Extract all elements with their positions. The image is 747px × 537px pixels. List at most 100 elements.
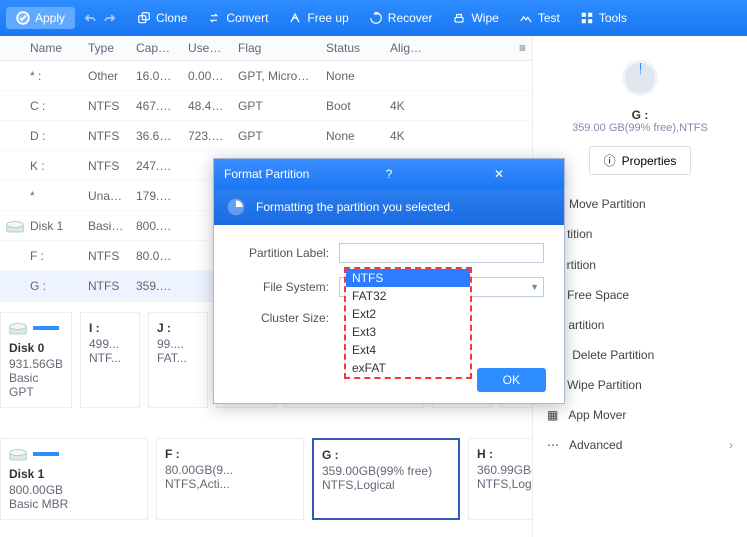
disk-icon (9, 447, 27, 461)
disk-size: 800.00GB (9, 483, 139, 497)
cell-type: NTFS (82, 99, 130, 113)
ok-button[interactable]: OK (477, 368, 546, 392)
cell-type: Other (82, 69, 130, 83)
cell-flag: GPT, Microsoft ... (232, 69, 320, 83)
close-icon[interactable]: ✕ (444, 167, 554, 181)
cell-capacity: 36.65GB (130, 129, 182, 143)
part-title: I : (89, 321, 131, 335)
cell-flag: GPT (232, 129, 320, 143)
partition-card[interactable]: H :360.99GB(99% free)NTFS,Logical (468, 438, 532, 520)
part-fs: NTFS,Logical (477, 477, 532, 491)
cell-status: None (320, 129, 384, 143)
ctx-item-partial-1[interactable]: ⇆tition (543, 219, 737, 249)
check-icon (16, 11, 30, 25)
partition-card[interactable]: I :499...NTF... (80, 312, 140, 408)
properties-button[interactable]: ⓘ Properties (589, 146, 692, 175)
cell-name: K : (24, 159, 82, 173)
tools-icon (580, 11, 594, 25)
disk-info-card[interactable]: Disk 1800.00GBBasic MBR (0, 438, 148, 520)
clone-button[interactable]: Clone (127, 7, 197, 29)
disk-icon (6, 219, 24, 233)
col-flag[interactable]: Flag (232, 36, 320, 60)
col-capacity[interactable]: Capacity (130, 36, 182, 60)
clone-icon (137, 11, 151, 25)
partition-label-input[interactable] (339, 243, 544, 263)
cell-align: 4K (384, 129, 432, 143)
part-size: 359.00GB(99% free) (322, 464, 450, 478)
test-button[interactable]: Test (509, 7, 570, 29)
ctx-delete-partition[interactable]: 🗑Delete Partition (543, 340, 737, 370)
table-row[interactable]: * :Other16.00MB0.00KBGPT, Microsoft ...N… (0, 61, 532, 91)
recover-icon (369, 11, 383, 25)
label-file-system: File System: (234, 280, 329, 294)
ctx-free-space[interactable]: ➔Free Space (543, 280, 737, 310)
dropdown-option[interactable]: Ext2 (346, 305, 470, 323)
freeup-icon (288, 11, 302, 25)
dropdown-option[interactable]: exFAT (346, 359, 470, 377)
disk-size: 931.56GB (9, 357, 63, 371)
label-partition-label: Partition Label: (234, 246, 329, 260)
dropdown-option[interactable]: NTFS (346, 269, 470, 287)
recover-button[interactable]: Recover (359, 7, 443, 29)
cell-capacity: 247.06... (130, 159, 182, 173)
dropdown-option[interactable]: FAT32 (346, 287, 470, 305)
col-status[interactable]: Status (320, 36, 384, 60)
part-size: 99.... (157, 337, 199, 351)
freeup-button[interactable]: Free up (278, 7, 358, 29)
ctx-app-mover[interactable]: ▦App Mover (543, 400, 737, 430)
part-title: H : (477, 447, 532, 461)
cell-capacity: 800.00... (130, 219, 182, 233)
convert-button[interactable]: Convert (197, 7, 278, 29)
file-system-dropdown: NTFSFAT32Ext2Ext3Ext4exFAT (344, 267, 472, 379)
partition-card[interactable]: F :80.00GB(9...NTFS,Acti... (156, 438, 304, 520)
disk-title: Disk 0 (9, 341, 63, 355)
cell-type: Unallo... (82, 189, 130, 203)
cell-name: G : (24, 279, 82, 293)
undo-icon[interactable] (83, 11, 97, 25)
selected-part-label: G : (632, 108, 649, 122)
cell-capacity: 16.00MB (130, 69, 182, 83)
wipe-icon (452, 11, 466, 25)
col-used[interactable]: Used S... (182, 36, 232, 60)
help-icon[interactable]: ? (334, 167, 444, 181)
partition-card[interactable]: G :359.00GB(99% free)NTFS,Logical (312, 438, 460, 520)
col-name[interactable]: Name (24, 36, 82, 60)
apply-button[interactable]: Apply (6, 7, 75, 29)
ctx-move-partition[interactable]: ↔Move Partition (543, 189, 737, 219)
cell-type: Basic ... (82, 219, 130, 233)
label-cluster-size: Cluster Size: (234, 311, 329, 325)
cell-capacity: 179.74... (130, 189, 182, 203)
ctx-item-partial-2[interactable]: ⎌rtition (543, 249, 737, 280)
tools-button[interactable]: Tools (570, 7, 637, 29)
cell-status: None (320, 69, 384, 83)
cell-name: F : (24, 249, 82, 263)
cell-capacity: 80.00GB (130, 249, 182, 263)
dialog-desc: Formatting the partition you selected. (256, 200, 453, 214)
cell-align: 4K (384, 99, 432, 113)
partition-card[interactable]: J :99....FAT... (148, 312, 208, 408)
ctx-wipe-partition[interactable]: ✦Wipe Partition (543, 370, 737, 400)
cell-capacity: 359.00... (130, 279, 182, 293)
cell-name: Disk 1 (24, 219, 82, 233)
chevron-right-icon: › (729, 438, 733, 452)
main-toolbar: Apply Clone Convert Free up Recover Wipe… (0, 0, 747, 36)
dropdown-option[interactable]: Ext3 (346, 323, 470, 341)
wipe-button[interactable]: Wipe (442, 7, 508, 29)
dropdown-option[interactable]: Ext4 (346, 341, 470, 359)
redo-icon[interactable] (103, 11, 117, 25)
table-row[interactable]: D :NTFS36.65GB723.65...GPTNone4K (0, 121, 532, 151)
disk-info-card[interactable]: Disk 0931.56GBBasic GPT (0, 312, 72, 408)
part-fs: NTF... (89, 351, 131, 365)
ctx-advanced[interactable]: ⋯Advanced› (543, 430, 737, 460)
cell-type: NTFS (82, 249, 130, 263)
part-title: J : (157, 321, 199, 335)
apps-icon: ▦ (547, 408, 558, 422)
cell-capacity: 467.50... (130, 99, 182, 113)
col-align[interactable]: Alignm... (384, 36, 432, 60)
columns-menu-icon[interactable]: ≡ (432, 36, 532, 60)
col-type[interactable]: Type (82, 36, 130, 60)
part-title: F : (165, 447, 295, 461)
disk-scheme: Basic MBR (9, 497, 139, 511)
table-row[interactable]: C :NTFS467.50...48.48...GPTBoot4K (0, 91, 532, 121)
ctx-item-partial-3[interactable]: ▥artition (543, 310, 737, 340)
